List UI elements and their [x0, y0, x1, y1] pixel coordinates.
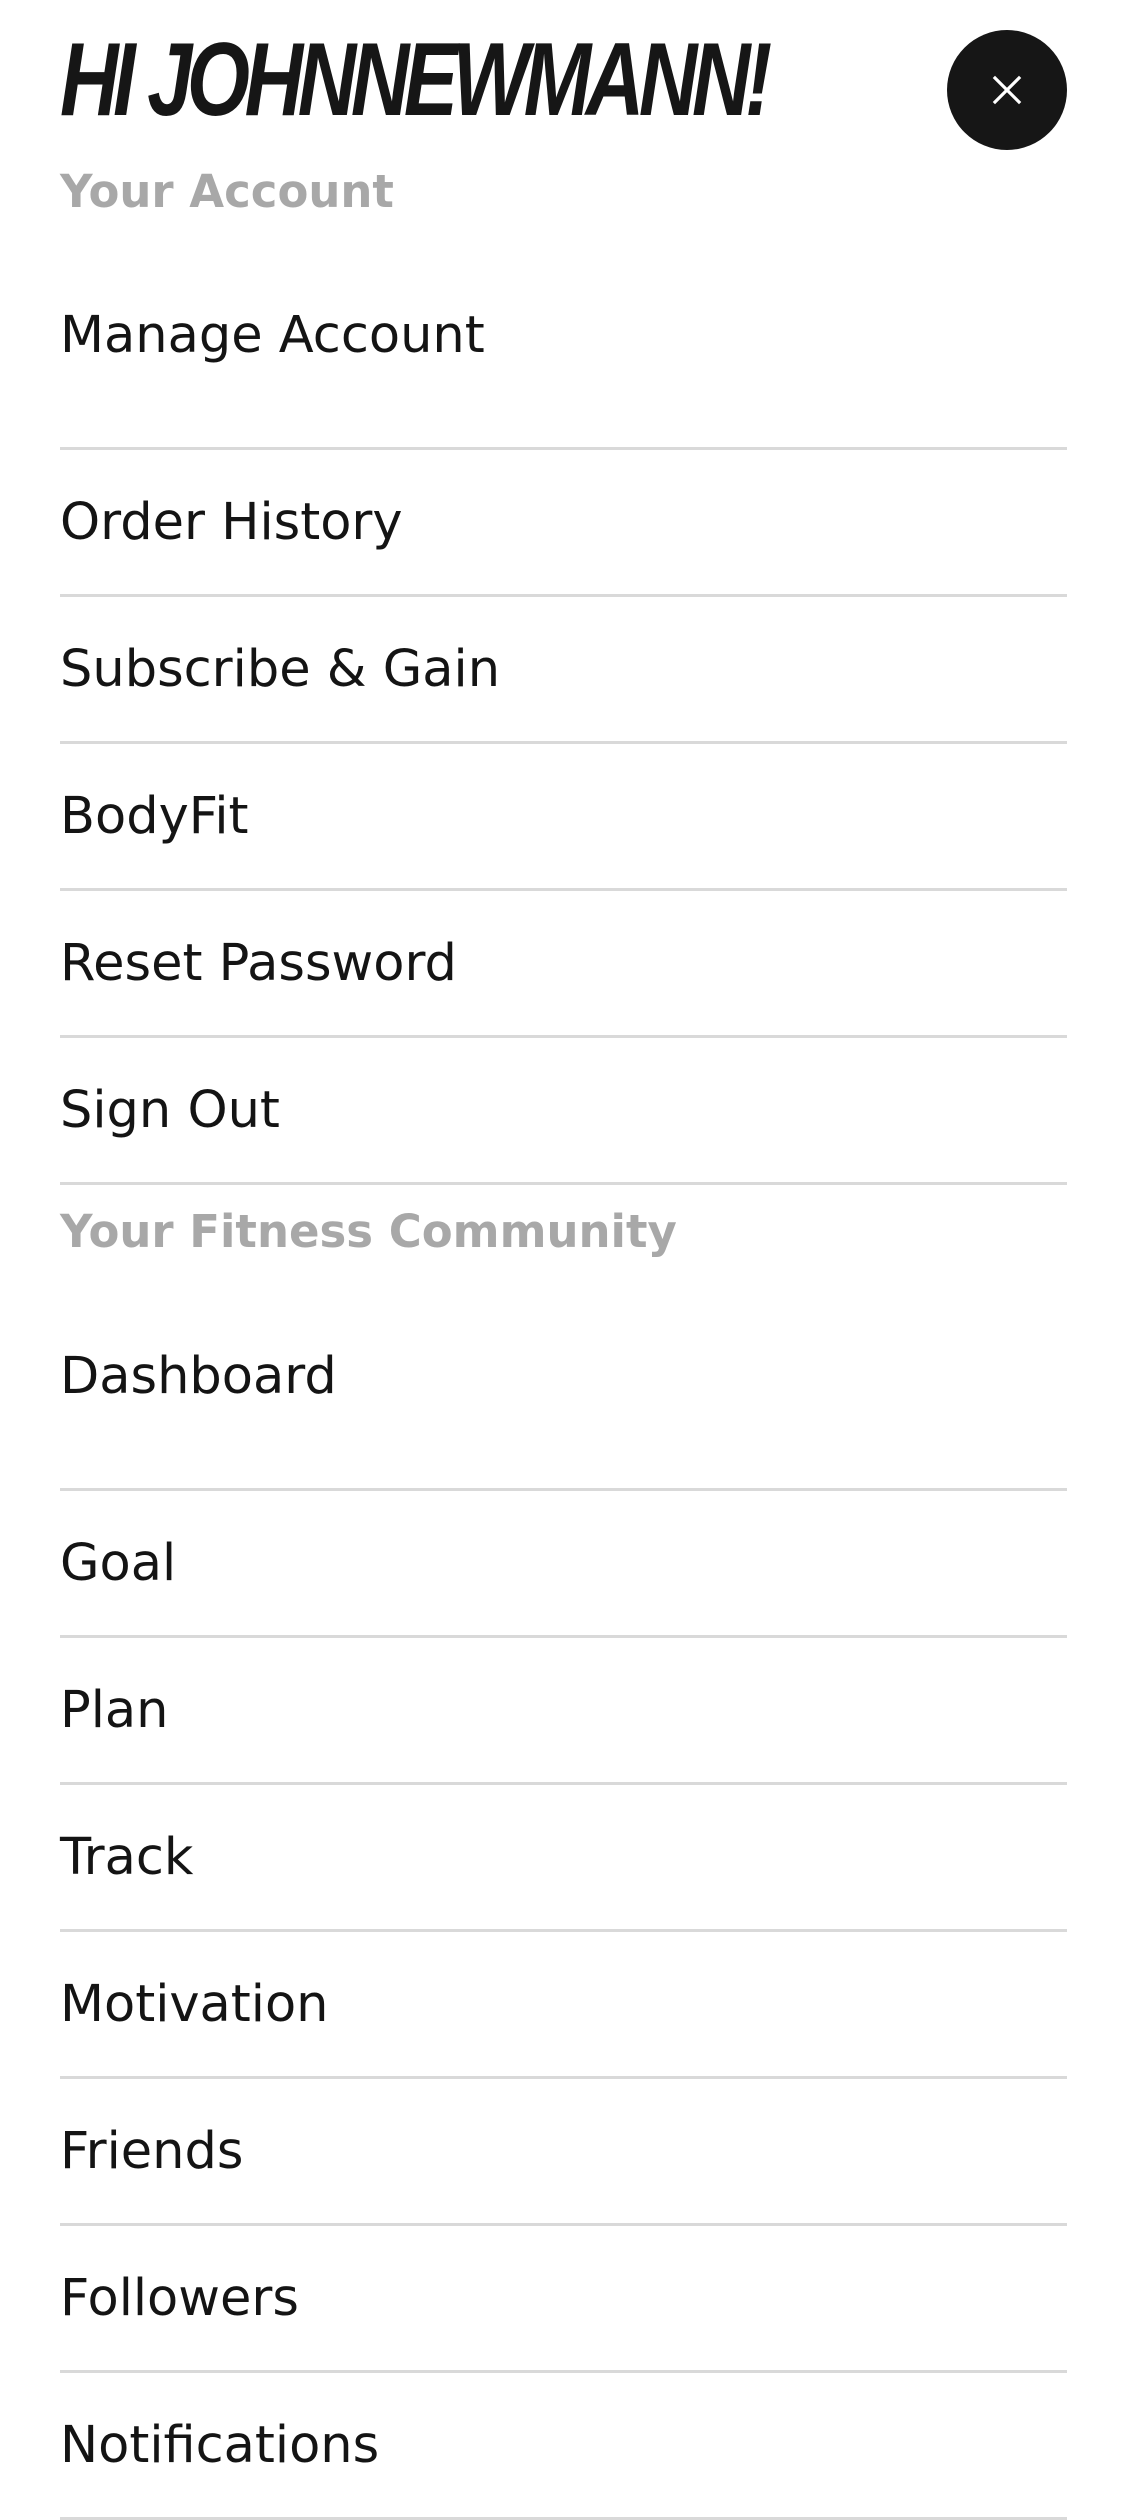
menu-item-motivation[interactable]: Motivation — [60, 1932, 1067, 2079]
menu-item-plan[interactable]: Plan — [60, 1638, 1067, 1785]
account-menu: Your Account Manage Account Order Histor… — [60, 160, 1067, 1185]
menu-item-goal[interactable]: Goal — [60, 1491, 1067, 1638]
menu-item-label: Goal — [60, 1533, 177, 1593]
close-button[interactable] — [947, 30, 1067, 150]
menu-item-subscribe-gain[interactable]: Subscribe & Gain — [60, 597, 1067, 744]
menu-item-label: Motivation — [60, 1974, 329, 2034]
greeting-title: HI JOHNNEWMANN! — [60, 22, 772, 138]
menu-item-label: Track — [60, 1827, 194, 1887]
menu-item-label: Sign Out — [60, 1080, 280, 1140]
menu-item-label: Notifications — [60, 2415, 380, 2475]
menu-item-followers[interactable]: Followers — [60, 2226, 1067, 2373]
community-menu-list: Dashboard Goal Plan Track Motivation Fri… — [60, 1264, 1067, 2520]
community-menu: Your Fitness Community Dashboard Goal Pl… — [60, 1200, 1067, 2520]
section-heading-community: Your Fitness Community — [60, 1205, 677, 1258]
menu-item-manage-account[interactable]: Manage Account — [60, 224, 1067, 450]
menu-item-label: Plan — [60, 1680, 169, 1740]
menu-item-label: BodyFit — [60, 786, 249, 846]
menu-item-notifications[interactable]: Notifications — [60, 2373, 1067, 2520]
menu-item-label: Reset Password — [60, 933, 457, 993]
menu-item-track[interactable]: Track — [60, 1785, 1067, 1932]
account-menu-list: Manage Account Order History Subscribe &… — [60, 224, 1067, 1185]
menu-item-label: Followers — [60, 2268, 299, 2328]
menu-item-reset-password[interactable]: Reset Password — [60, 891, 1067, 1038]
menu-item-label: Subscribe & Gain — [60, 639, 501, 699]
menu-item-label: Dashboard — [60, 1346, 337, 1406]
menu-item-sign-out[interactable]: Sign Out — [60, 1038, 1067, 1185]
menu-header: HI JOHNNEWMANN! — [0, 0, 1125, 165]
menu-item-label: Manage Account — [60, 306, 485, 365]
menu-item-dashboard[interactable]: Dashboard — [60, 1264, 1067, 1491]
section-heading-account: Your Account — [60, 165, 394, 218]
close-icon — [992, 75, 1022, 105]
menu-item-label: Order History — [60, 492, 403, 552]
menu-item-friends[interactable]: Friends — [60, 2079, 1067, 2226]
menu-item-label: Friends — [60, 2121, 244, 2181]
menu-item-order-history[interactable]: Order History — [60, 450, 1067, 597]
menu-item-bodyfit[interactable]: BodyFit — [60, 744, 1067, 891]
